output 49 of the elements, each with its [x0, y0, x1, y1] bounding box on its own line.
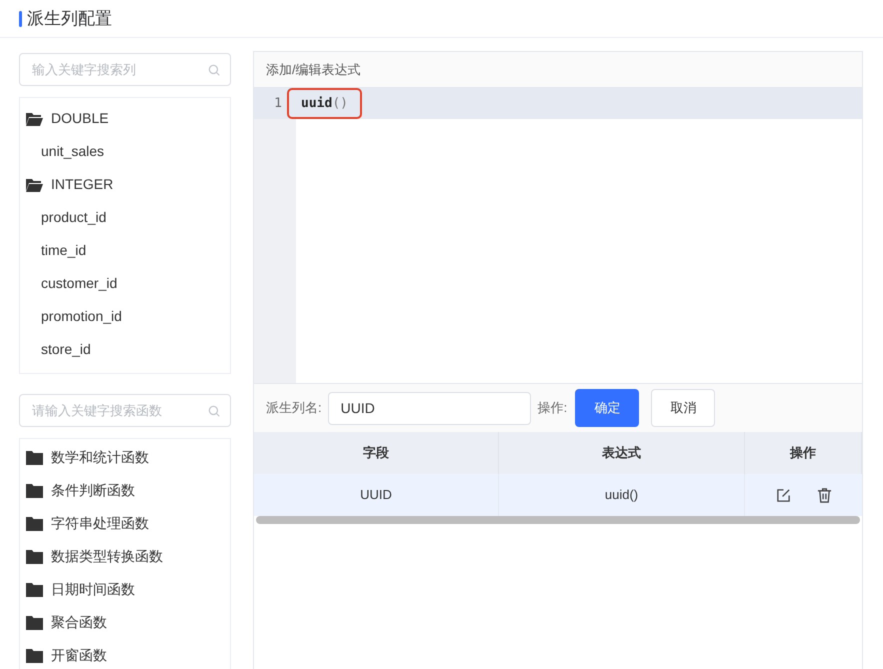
table-cell: uuid() — [499, 474, 745, 516]
group-label: INTEGER — [51, 175, 114, 194]
edit-icon[interactable] — [776, 488, 790, 502]
folder-icon — [26, 112, 43, 126]
cancel-button[interactable]: 取消 — [651, 389, 716, 427]
folder-icon — [26, 484, 43, 498]
column-header: 操作 — [745, 432, 862, 474]
search-field[interactable]: 输入关键字搜索列 — [19, 53, 231, 86]
column-item[interactable]: time_id — [20, 234, 230, 267]
folder-icon — [26, 582, 43, 596]
tree-group[interactable]: INTEGER — [20, 168, 230, 201]
search-icon — [207, 63, 221, 77]
search-field[interactable]: 请输入关键字搜索函数 — [19, 394, 231, 427]
column-header: 表达式 — [499, 432, 745, 474]
column-item[interactable]: store_id — [20, 333, 230, 366]
action-label: 操作: — [538, 399, 568, 418]
line-number: 1 — [254, 88, 296, 119]
function-group[interactable]: 聚合函数 — [20, 606, 230, 639]
function-group[interactable]: 数据类型转换函数 — [20, 540, 230, 573]
column-header: 字段 — [254, 432, 499, 474]
function-group[interactable]: 开窗函数 — [20, 639, 230, 669]
editor-title: 添加/编辑表达式 — [254, 52, 862, 88]
search-icon — [207, 404, 221, 418]
horizontal-scrollbar[interactable] — [256, 516, 860, 524]
folder-icon — [26, 178, 43, 192]
table-cell: UUID — [254, 474, 499, 516]
folder-icon — [26, 648, 43, 662]
function-group[interactable]: 日期时间函数 — [20, 573, 230, 606]
delete-icon[interactable] — [816, 488, 832, 502]
title-accent-bar — [19, 10, 22, 26]
column-item[interactable]: promotion_id — [20, 300, 230, 333]
name-label: 派生列名: — [266, 399, 322, 418]
column-item[interactable]: customer_id — [20, 267, 230, 300]
folder-icon — [26, 516, 43, 530]
column-item[interactable]: unit_sales — [20, 135, 230, 168]
confirm-button[interactable]: 确定 — [575, 389, 640, 427]
column-item[interactable]: product_id — [20, 201, 230, 234]
function-group[interactable]: 条件判断函数 — [20, 474, 230, 507]
folder-icon — [26, 550, 43, 564]
function-group[interactable]: 数学和统计函数 — [20, 441, 230, 474]
tree-group[interactable]: DOUBLE — [20, 102, 230, 135]
folder-icon — [26, 616, 43, 630]
code-editor[interactable]: 1 uuid() — [254, 88, 862, 384]
folder-icon — [26, 450, 43, 464]
name-input[interactable]: UUID — [328, 392, 531, 424]
highlighted-code: uuid() — [287, 88, 362, 119]
function-group[interactable]: 字符串处理函数 — [20, 507, 230, 540]
page-title: 派生列配置 — [27, 8, 112, 30]
group-label: DOUBLE — [51, 109, 109, 128]
